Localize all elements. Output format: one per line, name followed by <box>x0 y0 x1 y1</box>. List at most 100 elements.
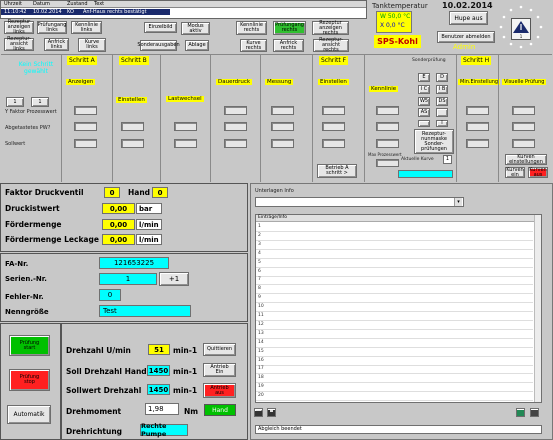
info-dropdown[interactable]: ▾ <box>255 197 464 207</box>
sonder-button-9[interactable] <box>418 120 430 127</box>
visuelle-input-3[interactable] <box>512 139 535 148</box>
kennlinie-input-2[interactable] <box>376 122 399 131</box>
col-datum[interactable]: Datum <box>33 1 50 7</box>
max-prozesswert-input[interactable] <box>376 159 399 167</box>
serien-plus-button[interactable]: +1 <box>159 272 189 286</box>
list-item[interactable]: 17 <box>258 366 264 371</box>
list-scrollbar[interactable] <box>534 215 541 402</box>
list-item[interactable]: 1 <box>258 224 261 229</box>
sonder-button-6[interactable]: DS <box>436 97 448 106</box>
kennlinie-input-1[interactable] <box>376 106 399 115</box>
step-button-1[interactable]: 1 <box>6 97 24 107</box>
messung-input-2[interactable] <box>271 122 294 131</box>
step-h-input-3[interactable] <box>466 139 489 148</box>
sonder-button-2[interactable]: D <box>436 73 448 82</box>
pruefung-rechts-button[interactable]: Prüfungang rechts <box>273 21 306 35</box>
rezeptur-ansicht-links-button[interactable]: Rezeptur- ansicht links <box>4 37 34 52</box>
list-item[interactable]: 18 <box>258 375 264 380</box>
list-item[interactable]: 19 <box>258 384 264 389</box>
kennlinie-input-3[interactable] <box>376 139 399 148</box>
save-icon[interactable] <box>267 408 276 417</box>
soll-drehzahl-hand-value[interactable]: 1450 <box>147 365 170 376</box>
rezeptur-anzeigen-links-button[interactable]: Rezeptur anzeigen links <box>4 20 34 35</box>
kurven-aus-button[interactable]: Kurven aus <box>528 167 548 178</box>
list-item[interactable]: 4 <box>258 251 261 256</box>
sonder-button-4[interactable]: I B <box>436 85 448 94</box>
dauerdruck-input-1[interactable] <box>224 106 247 115</box>
rezeptur-sonder-button[interactable]: Rezeptur- nunmaske Sonder- prüfungen <box>414 129 454 154</box>
sonder-button-10[interactable]: I <box>436 120 448 127</box>
list-item[interactable]: 8 <box>258 286 261 291</box>
step-a-input-2[interactable] <box>74 122 97 131</box>
antrieb-ein-button[interactable]: Antrieb Ein <box>203 363 236 377</box>
list-item[interactable]: 15 <box>258 349 264 354</box>
modus-button[interactable]: Modus aktiv <box>181 22 210 35</box>
info-list[interactable]: Einträge/Info 1 2 3 4 5 6 7 8 9 10 11 12 13 14 15 16 17 1… <box>255 214 542 403</box>
rezeptur-anzeigen-rechts-button[interactable]: Rezeptur anzeigen rechts <box>312 20 349 35</box>
col-uhrzeit[interactable]: Uhrzeit <box>4 1 22 7</box>
lastwechsel-input-1[interactable] <box>174 122 197 131</box>
list-item[interactable]: 10 <box>258 304 264 309</box>
kennlinie-links-button[interactable]: Kennlinie links <box>71 21 102 34</box>
step-h-input-2[interactable] <box>466 122 489 131</box>
sonder-button-1[interactable]: E <box>418 73 430 82</box>
hupe-aus-button[interactable]: Hupe aus <box>449 11 488 25</box>
rezeptur-ansicht-rechts-button[interactable]: Rezeptur- ansicht rechts <box>313 38 349 53</box>
anfrick-rechts-button[interactable]: Anfrick rechts <box>273 39 304 52</box>
dauerdruck-input-2[interactable] <box>224 122 247 131</box>
list-item[interactable]: 16 <box>258 358 264 363</box>
chevron-down-icon[interactable]: ▾ <box>454 198 462 206</box>
kurven-ein-button[interactable]: Kurven ein <box>505 167 525 178</box>
image-icon[interactable] <box>516 408 525 417</box>
kennlinie-rechts-button[interactable]: Kennlinie rechts <box>236 21 267 35</box>
pruefung-start-button[interactable]: Prüfung start <box>9 335 50 356</box>
lastwechsel-input-2[interactable] <box>174 139 197 148</box>
list-item[interactable]: 9 <box>258 295 261 300</box>
visuelle-input-1[interactable] <box>512 106 535 115</box>
sonder-button-5[interactable]: W5 <box>418 97 430 106</box>
sonder-button-3[interactable]: I C <box>418 85 430 94</box>
logout-button[interactable]: Benutzer abmelden <box>437 31 495 43</box>
sonder-button-8[interactable] <box>436 108 448 117</box>
step-f-input-3[interactable] <box>322 139 345 148</box>
col-text[interactable]: Text <box>94 1 104 7</box>
pruefung-stop-button[interactable]: Prüfung stop <box>9 369 50 391</box>
list-item[interactable]: 6 <box>258 269 261 274</box>
list-item[interactable]: 7 <box>258 277 261 282</box>
kurve-links-button[interactable]: Kurve links <box>78 38 106 52</box>
sonderausgaben-button[interactable]: Sonderausgaben <box>137 40 180 51</box>
sonder-button-7[interactable]: AS <box>418 108 430 117</box>
messung-input-1[interactable] <box>271 106 294 115</box>
step-a-input-3[interactable] <box>74 139 97 148</box>
list-item[interactable]: 11 <box>258 313 264 318</box>
step-f-input-1[interactable] <box>322 106 345 115</box>
kurve-rechts-button[interactable]: Kurve rechts <box>240 39 267 52</box>
step-a-input-1[interactable] <box>74 106 97 115</box>
message-row[interactable]: 11:10:42 10.02.2014 KO Anf-Haus rechts b… <box>1 9 170 15</box>
visuelle-input-2[interactable] <box>512 122 535 131</box>
list-item[interactable]: 14 <box>258 340 264 345</box>
step-h-input-1[interactable] <box>466 106 489 115</box>
list-item[interactable]: 5 <box>258 260 261 265</box>
pruefung-links-button[interactable]: Prüfungang links <box>37 21 67 34</box>
quittieren-button[interactable]: Quittieren <box>203 343 236 356</box>
dauerdruck-input-3[interactable] <box>224 139 247 148</box>
kurven-einstellungen-button[interactable]: Kurven einstellungen <box>505 154 547 165</box>
ablage-button[interactable]: Ablage <box>185 40 209 51</box>
automatik-button[interactable]: Automatik <box>7 405 51 424</box>
betrieb-schritt-button[interactable]: Betrieb A schritt > <box>317 164 357 178</box>
list-item[interactable]: 20 <box>258 393 264 398</box>
einzelbild-button[interactable]: Einzelbild <box>144 22 177 33</box>
print-icon[interactable] <box>530 408 539 417</box>
aktuelle-kurve-value[interactable]: 1 <box>443 155 452 164</box>
list-item[interactable]: 3 <box>258 242 261 247</box>
list-item[interactable]: 12 <box>258 322 264 327</box>
step-b-input-1[interactable] <box>121 122 144 131</box>
step-button-2[interactable]: 1 <box>31 97 49 107</box>
list-item[interactable]: 2 <box>258 233 261 238</box>
open-icon[interactable] <box>254 408 263 417</box>
step-b-input-2[interactable] <box>121 139 144 148</box>
step-f-input-2[interactable] <box>322 122 345 131</box>
hand-value[interactable]: 0 <box>152 187 168 198</box>
list-item[interactable]: 13 <box>258 331 264 336</box>
